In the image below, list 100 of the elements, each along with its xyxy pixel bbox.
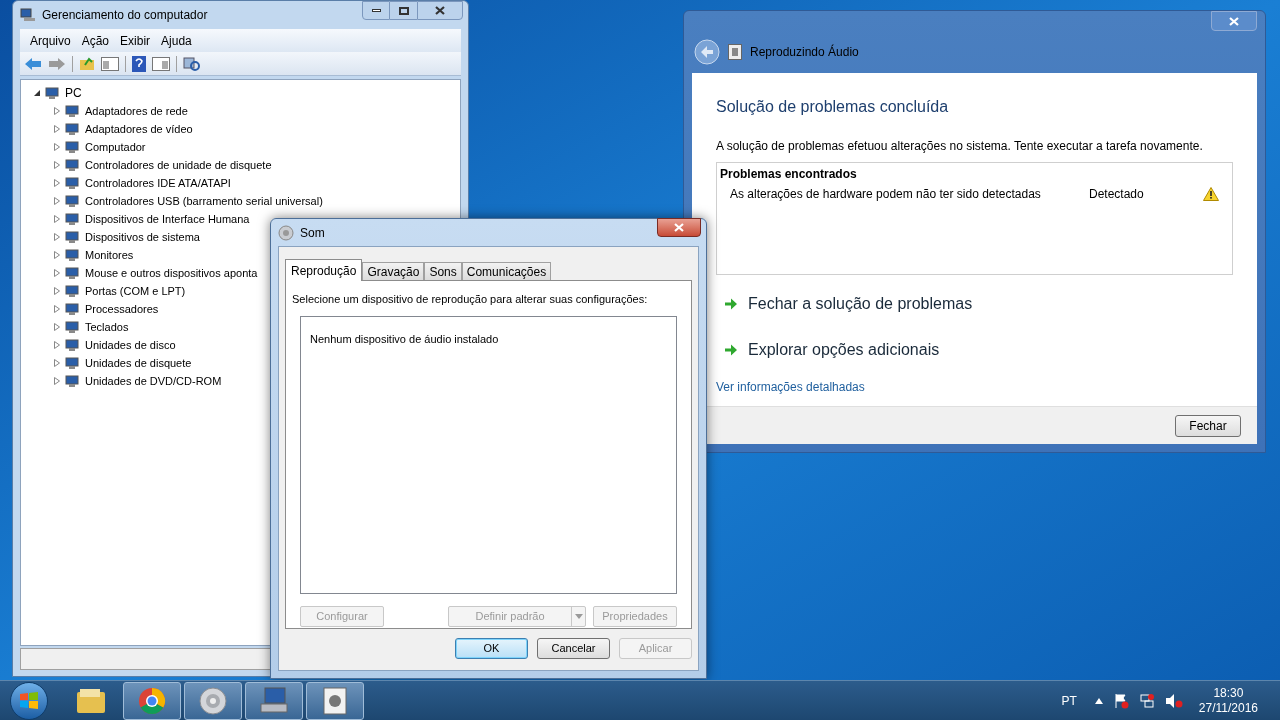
device-icon — [64, 139, 80, 155]
tree-item[interactable]: Dispositivos de sistema — [85, 228, 200, 246]
language-indicator[interactable]: PT — [1061, 691, 1077, 710]
speaker-icon — [199, 686, 227, 715]
help-icon[interactable] — [132, 55, 146, 72]
tree-item[interactable]: Controladores de unidade de disquete — [85, 156, 272, 174]
tab[interactable]: Sons — [424, 262, 462, 280]
close-icon — [674, 223, 684, 232]
expand-icon[interactable] — [53, 233, 61, 241]
warning-icon — [1203, 187, 1219, 201]
tree-item[interactable]: Adaptadores de vídeo — [85, 120, 193, 138]
menu-item[interactable]: Ação — [76, 31, 115, 50]
page-heading: Solução de problemas concluída — [716, 97, 950, 117]
maximize-button[interactable] — [390, 1, 417, 20]
taskbar-button[interactable] — [245, 681, 303, 720]
tree-item[interactable]: Processadores — [85, 300, 159, 318]
device-icon — [64, 103, 80, 119]
device-icon — [64, 157, 80, 173]
expand-icon[interactable] — [53, 305, 61, 313]
device-icon — [64, 373, 80, 389]
arrow-icon — [724, 344, 738, 356]
tree-item[interactable]: Unidades de disquete — [85, 354, 192, 372]
expand-icon[interactable] — [53, 179, 61, 187]
expand-icon[interactable] — [53, 287, 61, 295]
expand-icon[interactable] — [53, 215, 61, 223]
show-hidden-icons-icon[interactable] — [1094, 697, 1103, 704]
clock-time[interactable]: 18:30 — [1213, 685, 1244, 701]
action-link[interactable]: Explorar opções adicionais — [748, 338, 940, 362]
taskbar-button[interactable] — [184, 681, 242, 720]
tree-item[interactable]: Computador — [85, 138, 146, 156]
menu-item[interactable]: Ajuda — [156, 31, 197, 50]
device-icon — [64, 301, 80, 317]
tab[interactable]: Gravação — [362, 262, 425, 280]
expand-icon[interactable] — [53, 323, 61, 331]
device-icon — [64, 283, 80, 299]
device-icon — [64, 175, 80, 191]
folder-up-icon[interactable] — [79, 55, 95, 72]
expand-icon[interactable] — [53, 359, 61, 367]
details-link[interactable]: Ver informações detalhadas — [716, 378, 1233, 396]
close-button[interactable] — [417, 1, 463, 20]
folder-icon — [76, 687, 106, 714]
start-button[interactable] — [10, 681, 48, 720]
dialog-button[interactable]: OK — [455, 638, 528, 659]
problem-status: Detectado — [1089, 186, 1145, 203]
expand-icon[interactable] — [53, 341, 61, 349]
arrow-icon — [724, 298, 738, 310]
window-title: Reproduzindo Áudio — [750, 43, 859, 61]
expand-icon[interactable] — [53, 143, 61, 151]
clock-date[interactable]: 27/11/2016 — [1198, 700, 1258, 716]
tree-item[interactable]: Teclados — [85, 318, 129, 336]
forward-arrow-icon[interactable] — [48, 56, 66, 71]
tab[interactable]: Comunicações — [461, 262, 552, 280]
tree-item[interactable]: Adaptadores de rede — [85, 102, 188, 120]
tree-item[interactable]: PC — [65, 84, 82, 102]
panel-icon[interactable] — [152, 56, 170, 71]
troubleshooter-icon — [323, 686, 347, 715]
device-icon — [64, 193, 80, 209]
taskbar-button[interactable] — [306, 681, 364, 720]
flag-icon[interactable] — [1112, 692, 1129, 709]
volume-icon[interactable] — [1164, 692, 1183, 709]
collapse-icon[interactable] — [33, 89, 41, 97]
menu-item[interactable]: Exibir — [115, 31, 156, 50]
expand-icon[interactable] — [53, 251, 61, 259]
taskbar-button[interactable] — [123, 681, 181, 720]
tree-item[interactable]: Controladores IDE ATA/ATAPI — [85, 174, 231, 192]
expand-icon[interactable] — [53, 125, 61, 133]
expand-icon[interactable] — [53, 377, 61, 385]
minimize-button[interactable] — [362, 1, 390, 20]
caret-icon — [574, 613, 583, 619]
action-link[interactable]: Fechar a solução de problemas — [748, 292, 973, 316]
computer-icon — [259, 686, 289, 715]
result-message: A solução de problemas efetuou alterações no sistema. Tente executar a tarefa novamente. — [716, 138, 1204, 155]
tree-item[interactable]: Controladores USB (barramento serial universal) — [85, 192, 323, 210]
back-arrow-icon[interactable] — [24, 56, 42, 71]
dialog-button[interactable]: Cancelar — [537, 638, 610, 659]
windows-logo-icon — [19, 691, 39, 710]
tree-item[interactable]: Unidades de disco — [85, 336, 176, 354]
speaker-icon — [278, 224, 294, 241]
device-icon — [64, 319, 80, 335]
scan-hardware-icon[interactable] — [183, 55, 201, 72]
close-dialog-button[interactable]: Fechar — [1175, 414, 1241, 437]
tree-item[interactable]: Dispositivos de Interface Humana — [85, 210, 250, 228]
menu-item[interactable]: Arquivo — [25, 31, 76, 50]
device-icon — [64, 247, 80, 263]
network-icon[interactable] — [1138, 692, 1155, 709]
tree-item[interactable]: Unidades de DVD/CD-ROM — [85, 372, 222, 390]
tree-item[interactable]: Portas (COM e LPT) — [85, 282, 186, 300]
expand-icon[interactable] — [53, 107, 61, 115]
expand-icon[interactable] — [53, 197, 61, 205]
expand-icon[interactable] — [53, 269, 61, 277]
window-title: Som — [300, 224, 325, 242]
tree-item[interactable]: Mouse e outros dispositivos aponta — [85, 264, 258, 282]
back-button-icon[interactable] — [694, 39, 720, 65]
instruction-text: Selecione um dispositivo de reprodução para alterar suas configurações: — [292, 292, 649, 307]
close-icon — [1229, 16, 1239, 26]
tree-item[interactable]: Monitores — [85, 246, 134, 264]
expand-icon[interactable] — [53, 161, 61, 169]
close-button[interactable] — [657, 218, 701, 237]
panel-icon[interactable] — [101, 56, 119, 71]
tab[interactable]: Reprodução — [285, 259, 363, 281]
